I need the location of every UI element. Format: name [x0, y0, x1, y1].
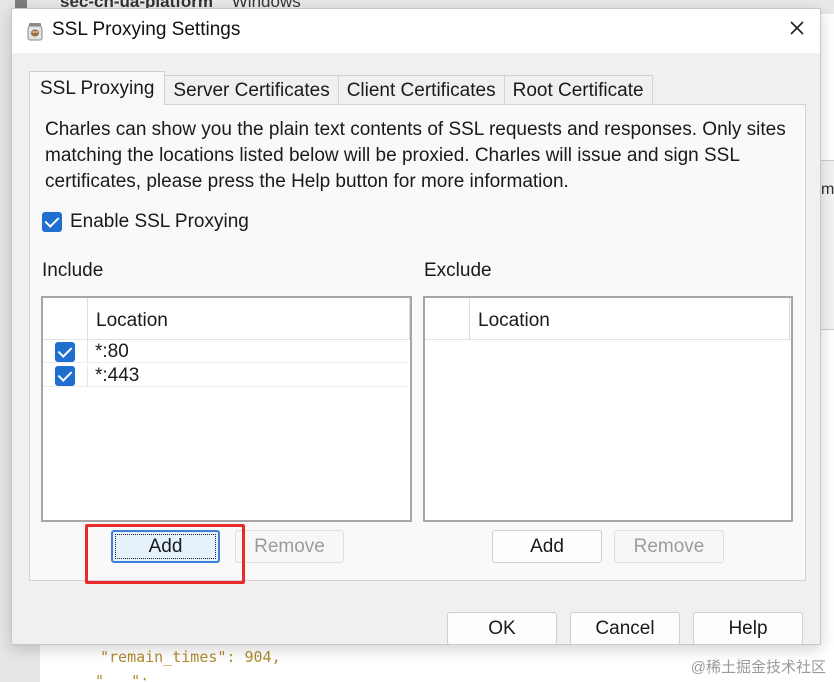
include-remove-label: Remove [254, 535, 325, 557]
tab-ssl-proxying[interactable]: SSL Proxying [29, 71, 166, 105]
cancel-label: Cancel [595, 617, 655, 639]
charles-jar-icon [26, 21, 44, 41]
enable-ssl-proxying-checkbox[interactable]: Enable SSL Proxying [42, 211, 249, 233]
ssl-proxying-settings-dialog: SSL Proxying Settings SSL Proxying Serve… [11, 8, 821, 645]
dialog-title: SSL Proxying Settings [52, 19, 241, 40]
cancel-button[interactable]: Cancel [570, 612, 680, 645]
include-add-button[interactable]: Add [111, 530, 220, 563]
table-row[interactable]: *:443 [43, 364, 409, 387]
table-row[interactable]: *:80 [43, 340, 409, 363]
help-button[interactable]: Help [693, 612, 803, 645]
background-right-text: m [821, 181, 834, 198]
watermark: @稀土掘金技术社区 [690, 659, 826, 676]
close-icon [789, 20, 805, 42]
exclude-label: Exclude [424, 260, 492, 281]
location-cell: *:443 [95, 365, 140, 386]
row-enabled-checkbox[interactable] [55, 366, 75, 386]
checkbox-checked-icon [42, 212, 62, 232]
ok-label: OK [488, 617, 516, 639]
exclude-remove-label: Remove [633, 535, 705, 557]
description-text: Charles can show you the plain text cont… [45, 119, 786, 192]
tab-bar: SSL Proxying Server Certificates Client … [29, 71, 653, 105]
exclude-table-header: Location [425, 298, 791, 340]
dialog-titlebar: SSL Proxying Settings [12, 9, 820, 53]
row-enabled-checkbox[interactable] [55, 342, 75, 362]
include-table-header: Location [43, 298, 410, 340]
tab-root-certificate[interactable]: Root Certificate [503, 75, 653, 105]
close-button[interactable] [774, 9, 820, 53]
exclude-table[interactable]: Location [423, 296, 793, 522]
ok-button[interactable]: OK [447, 612, 557, 645]
location-cell: *:80 [95, 341, 129, 362]
enable-ssl-proxying-label: Enable SSL Proxying [70, 211, 249, 232]
include-label: Include [42, 260, 104, 281]
exclude-add-button[interactable]: Add [492, 530, 602, 563]
ssl-proxying-panel: Charles can show you the plain text cont… [29, 104, 806, 581]
background-code-line-2: "...": ... [95, 672, 186, 682]
tab-client-certificates[interactable]: Client Certificates [337, 75, 505, 105]
include-location-column-header[interactable]: Location [96, 310, 168, 332]
background-code-line: "remain_times": 904, [100, 648, 281, 666]
exclude-add-label: Add [530, 535, 564, 557]
tab-server-certificates[interactable]: Server Certificates [164, 75, 339, 105]
help-label: Help [728, 617, 768, 639]
include-remove-button[interactable]: Remove [235, 530, 344, 563]
include-table[interactable]: Location *:80 *:443 [41, 296, 412, 522]
exclude-remove-button[interactable]: Remove [614, 530, 724, 563]
exclude-location-column-header[interactable]: Location [478, 310, 550, 332]
